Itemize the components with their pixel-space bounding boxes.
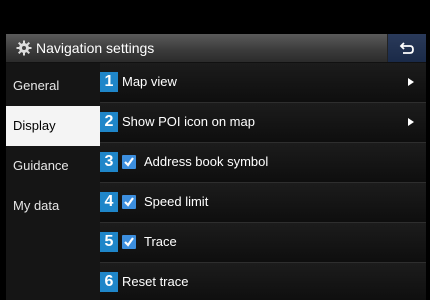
- setting-label: Show POI icon on map: [122, 114, 255, 129]
- number-badge: 5: [100, 232, 118, 252]
- checkmark-icon: [124, 197, 134, 207]
- title-bar: Navigation settings: [6, 34, 426, 63]
- checkmark-icon: [124, 237, 134, 247]
- setting-row-map-view[interactable]: 1 Map view: [100, 63, 426, 103]
- sidebar-item-label: Display: [13, 118, 56, 133]
- sidebar-item-label: Guidance: [13, 158, 69, 173]
- sidebar-item-label: General: [13, 78, 60, 93]
- back-button[interactable]: [387, 34, 426, 62]
- trace-checkbox[interactable]: [122, 235, 136, 249]
- number-badge: 4: [100, 192, 118, 212]
- address-book-symbol-checkbox[interactable]: [122, 155, 136, 169]
- chevron-right-icon: [408, 78, 414, 86]
- setting-row-speed-limit[interactable]: 4 Speed limit: [100, 183, 426, 223]
- setting-row-show-poi-icon[interactable]: 2 Show POI icon on map: [100, 103, 426, 143]
- setting-row-trace[interactable]: 5 Trace: [100, 223, 426, 263]
- setting-label: Trace: [144, 234, 177, 249]
- sidebar-item-guidance[interactable]: Guidance: [6, 146, 100, 186]
- sidebar-item-general[interactable]: General: [6, 66, 100, 106]
- top-bar: [0, 0, 430, 34]
- number-badge: 1: [100, 72, 118, 92]
- sidebar: General Display Guidance My data: [6, 63, 100, 300]
- number-badge: 2: [100, 112, 118, 132]
- sidebar-item-my-data[interactable]: My data: [6, 186, 100, 226]
- sidebar-item-label: My data: [13, 198, 60, 213]
- settings-list: 1 Map view 2 Show POI icon on map 3 Addr…: [100, 63, 426, 300]
- checkmark-icon: [124, 157, 134, 167]
- gear-icon: [16, 40, 32, 56]
- setting-label: Address book symbol: [144, 154, 269, 169]
- back-arrow-icon: [399, 42, 414, 54]
- page-title: Navigation settings: [36, 40, 155, 56]
- navigation-settings-screen: Navigation settings General Display Guid…: [0, 0, 430, 300]
- chevron-right-icon: [408, 118, 414, 126]
- setting-label: Speed limit: [144, 194, 209, 209]
- setting-row-reset-trace[interactable]: 6 Reset trace: [100, 263, 426, 300]
- number-badge: 3: [100, 152, 118, 172]
- speed-limit-checkbox[interactable]: [122, 195, 136, 209]
- sidebar-item-display[interactable]: Display: [6, 106, 100, 146]
- setting-label: Reset trace: [122, 274, 189, 289]
- setting-label: Map view: [122, 74, 177, 89]
- setting-row-address-book-symbol[interactable]: 3 Address book symbol: [100, 143, 426, 183]
- number-badge: 6: [100, 272, 118, 292]
